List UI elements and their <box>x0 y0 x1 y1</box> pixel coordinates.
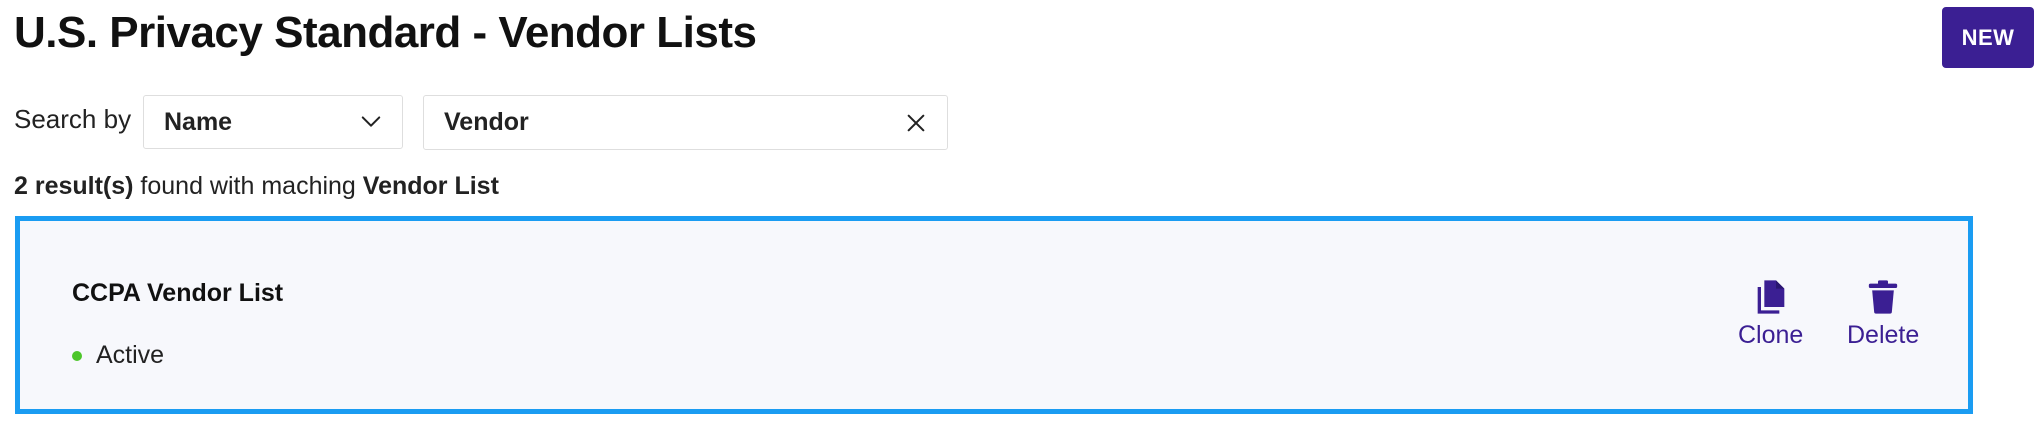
clear-icon[interactable] <box>905 112 927 134</box>
results-term: Vendor List <box>362 172 499 200</box>
clone-label: Clone <box>1738 321 1804 349</box>
delete-button[interactable]: Delete <box>1847 277 1919 350</box>
vendor-lists-page: U.S. Privacy Standard - Vendor Lists NEW… <box>0 0 2041 422</box>
delete-label: Delete <box>1847 321 1920 349</box>
search-field-select[interactable]: Name <box>143 95 403 149</box>
search-query-box <box>423 95 948 150</box>
new-button[interactable]: NEW <box>1942 7 2034 68</box>
page-title: U.S. Privacy Standard - Vendor Lists <box>14 8 757 57</box>
search-field-select-value: Name <box>164 107 233 136</box>
status-badge: Active <box>72 341 164 370</box>
search-by-label: Search by <box>14 104 132 134</box>
clone-button[interactable]: Clone <box>1738 277 1803 350</box>
status-dot-icon <box>72 350 82 361</box>
status-text: Active <box>96 341 165 369</box>
chevron-down-icon <box>361 116 381 127</box>
results-summary: 2 result(s) found with maching Vendor Li… <box>14 170 499 202</box>
vendor-list-card[interactable]: CCPA Vendor List Active Clone Delete <box>15 216 1973 414</box>
results-middle-text: found with maching <box>133 172 363 200</box>
results-count: 2 result(s) <box>14 172 134 200</box>
search-input[interactable] <box>444 108 895 137</box>
copy-icon <box>1757 280 1784 314</box>
trash-icon <box>1868 280 1898 314</box>
vendor-list-name: CCPA Vendor List <box>72 279 284 307</box>
